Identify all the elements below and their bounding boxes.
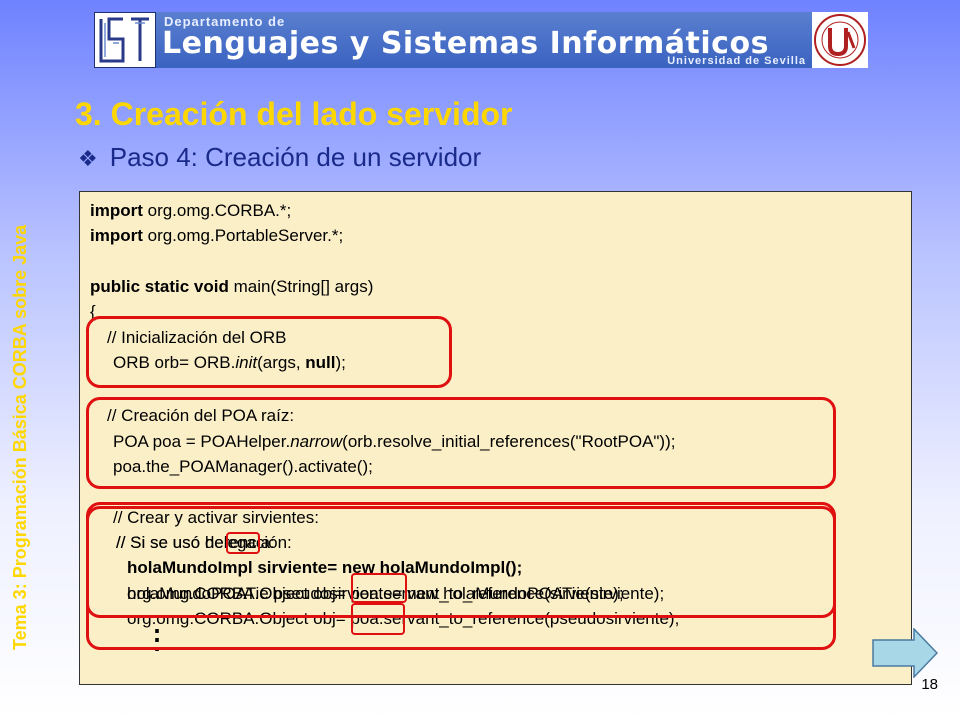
side-title-text: Tema 3: Programación Básica CORBA sobre … (10, 224, 30, 650)
subheading: ❖ Paso 4: Creación de un servidor (78, 142, 481, 173)
highlight-poa-creation (86, 397, 836, 489)
right-arrow-icon (872, 627, 939, 679)
highlight-usage-word (226, 532, 260, 554)
university-label: Universidad de Sevilla (667, 55, 806, 67)
highlight-orb-init (86, 316, 452, 388)
page-title: 3. Creación del lado servidor (75, 96, 513, 132)
side-vertical-title: Tema 3: Programación Básica CORBA sobre … (10, 225, 31, 650)
diamond-bullet-icon: ❖ (78, 146, 98, 171)
code-line-import1: import org.omg.CORBA.*; (90, 201, 292, 220)
code-line-import2: import org.omg.PortableServer.*; (90, 226, 344, 245)
banner-title-band: Departamento de Lenguajes y Sistemas Inf… (156, 12, 812, 68)
next-slide-button[interactable] (872, 627, 939, 679)
university-seal (812, 12, 868, 68)
page-number: 18 (921, 676, 938, 693)
highlight-obj-var (351, 573, 407, 603)
subheading-text: Paso 4: Creación de un servidor (109, 142, 482, 172)
highlight-servant-delegation (86, 506, 836, 650)
department-logo (94, 12, 156, 68)
header-banner: Departamento de Lenguajes y Sistemas Inf… (94, 12, 868, 68)
code-line-main: public static void main(String[] args) (90, 277, 374, 296)
highlight-obj-var-2 (351, 603, 405, 635)
